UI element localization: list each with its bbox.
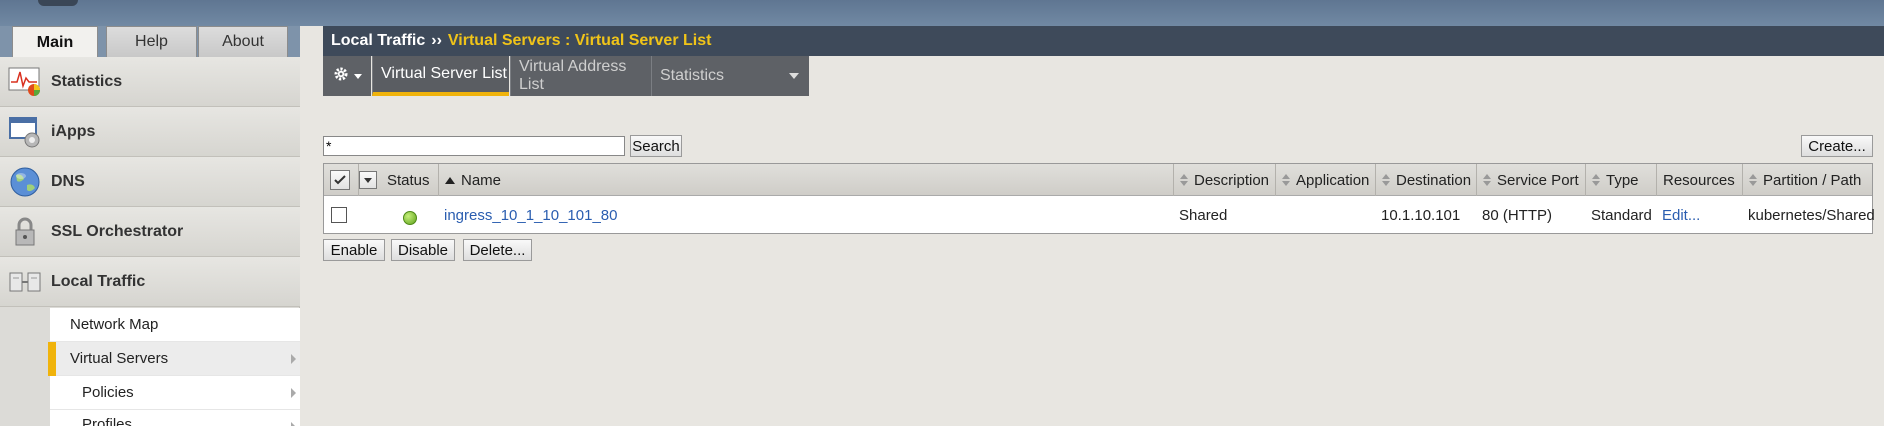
dns-globe-icon <box>7 164 43 200</box>
table-header: Status Name Description Application Dest… <box>324 164 1872 196</box>
sidebar-item-dns[interactable]: DNS <box>0 157 300 207</box>
column-header-description[interactable]: Description <box>1174 164 1276 196</box>
sidebar-item-iapps[interactable]: iApps <box>0 107 300 157</box>
top-banner <box>0 0 1884 26</box>
sidebar: Statistics iApps DNS SSL Orchestrator Lo… <box>0 57 300 426</box>
sort-icon <box>1282 174 1290 186</box>
table-row: ingress_10_1_10_101_80 Shared 10.1.10.10… <box>324 197 1875 233</box>
chevron-right-icon <box>291 354 296 364</box>
sort-icon <box>1382 174 1390 186</box>
sidebar-item-statistics[interactable]: Statistics <box>0 57 300 107</box>
column-header-type[interactable]: Type <box>1586 164 1657 196</box>
submenu-item-label: Policies <box>82 384 134 401</box>
tab-statistics[interactable]: Statistics <box>651 56 809 96</box>
application-cell <box>1276 197 1376 233</box>
status-filter-header[interactable] <box>359 164 381 196</box>
create-button[interactable]: Create... <box>1801 135 1873 157</box>
sort-icon <box>1180 174 1188 186</box>
breadcrumb-section[interactable]: Local Traffic <box>331 32 425 50</box>
status-available-icon <box>403 211 417 225</box>
resources-edit-link[interactable]: Edit... <box>1657 197 1743 233</box>
tab-strip: Virtual Server List Virtual Address List… <box>323 56 1884 96</box>
enable-button[interactable]: Enable <box>323 239 385 261</box>
search-button[interactable]: Search <box>630 135 682 157</box>
column-header-service-port[interactable]: Service Port <box>1477 164 1586 196</box>
sort-ascending-icon <box>445 176 455 184</box>
select-all-header[interactable] <box>324 164 359 196</box>
column-header-label: Description <box>1194 171 1270 189</box>
chevron-down-icon <box>789 73 799 79</box>
breadcrumb-separator: ›› <box>431 32 442 49</box>
settings-menu-button[interactable] <box>323 56 371 96</box>
column-header-name[interactable]: Name <box>439 164 1174 196</box>
column-header-label: Application <box>1296 171 1370 189</box>
sidebar-item-label: DNS <box>51 172 85 190</box>
sidebar-item-label: Statistics <box>51 72 123 90</box>
sidebar-item-label: Local Traffic <box>51 272 146 290</box>
column-header-label: Name <box>461 171 502 189</box>
tab-main[interactable]: Main <box>12 26 98 58</box>
column-header-partition[interactable]: Partition / Path <box>1743 164 1872 196</box>
partition-cell: kubernetes/Shared <box>1748 206 1875 224</box>
submenu-item-label: Profiles <box>82 416 133 426</box>
local-traffic-submenu: Network Map Virtual Servers Policies Pro… <box>48 308 300 426</box>
type-cell: Standard <box>1591 206 1652 224</box>
chevron-down-icon <box>364 177 372 183</box>
column-header-application[interactable]: Application <box>1276 164 1376 196</box>
delete-button[interactable]: Delete... <box>463 239 532 261</box>
chevron-right-icon <box>291 422 296 426</box>
column-header-label: Destination <box>1396 171 1472 189</box>
virtual-server-name-link[interactable]: ingress_10_1_10_101_80 <box>439 197 1174 233</box>
breadcrumb: Local Traffic ›› Virtual Servers : Virtu… <box>323 26 1884 56</box>
tab-help[interactable]: Help <box>106 26 197 57</box>
chevron-right-icon <box>291 388 296 398</box>
virtual-server-table: Status Name Description Application Dest… <box>323 163 1875 234</box>
column-header-status[interactable]: Status <box>381 164 439 196</box>
submenu-item-label: Virtual Servers <box>70 350 169 367</box>
disable-button[interactable]: Disable <box>391 239 455 261</box>
column-header-label: Type <box>1606 171 1639 189</box>
destination-cell: 10.1.10.101 <box>1381 206 1461 224</box>
gear-icon <box>333 66 349 87</box>
submenu-item-network-map[interactable]: Network Map <box>50 308 300 342</box>
sort-icon <box>1749 174 1757 186</box>
iapps-icon <box>7 114 43 150</box>
status-filter-dropdown[interactable] <box>359 171 377 189</box>
page-title: Virtual Servers : Virtual Server List <box>447 32 712 49</box>
statistics-icon <box>7 64 43 100</box>
logo <box>38 0 78 6</box>
chevron-down-icon <box>353 73 362 79</box>
row-checkbox[interactable] <box>331 207 347 223</box>
tab-virtual-server-list[interactable]: Virtual Server List <box>372 56 509 96</box>
sidebar-item-ssl-orchestrator[interactable]: SSL Orchestrator <box>0 207 300 257</box>
column-header-destination[interactable]: Destination <box>1376 164 1477 196</box>
description-cell: Shared <box>1179 206 1228 224</box>
select-all-checkbox[interactable] <box>330 170 350 190</box>
row-select-cell[interactable] <box>324 197 359 233</box>
column-header-label: Service Port <box>1497 171 1579 189</box>
tab-label: Statistics <box>660 67 725 84</box>
submenu-item-label: Network Map <box>70 316 159 333</box>
column-header-resources: Resources <box>1657 164 1743 196</box>
lock-icon <box>7 214 43 250</box>
tab-about[interactable]: About <box>198 26 288 57</box>
service-port-cell: 80 (HTTP) <box>1482 206 1553 224</box>
local-traffic-icon <box>7 264 43 300</box>
sidebar-item-label: iApps <box>51 122 96 140</box>
sidebar-item-label: SSL Orchestrator <box>51 222 184 240</box>
submenu-item-virtual-servers[interactable]: Virtual Servers <box>48 342 300 376</box>
column-header-label: Partition / Path <box>1763 171 1862 189</box>
sort-icon <box>1592 174 1600 186</box>
submenu-item-profiles[interactable]: Profiles <box>50 410 300 426</box>
status-cell <box>381 197 439 233</box>
left-tab-bar: Main Help About <box>0 26 300 58</box>
sort-icon <box>1483 174 1491 186</box>
tab-virtual-address-list[interactable]: Virtual Address List <box>510 56 651 96</box>
search-input[interactable] <box>323 136 625 156</box>
submenu-item-policies[interactable]: Policies <box>50 376 300 410</box>
sidebar-item-local-traffic[interactable]: Local Traffic <box>0 257 300 307</box>
